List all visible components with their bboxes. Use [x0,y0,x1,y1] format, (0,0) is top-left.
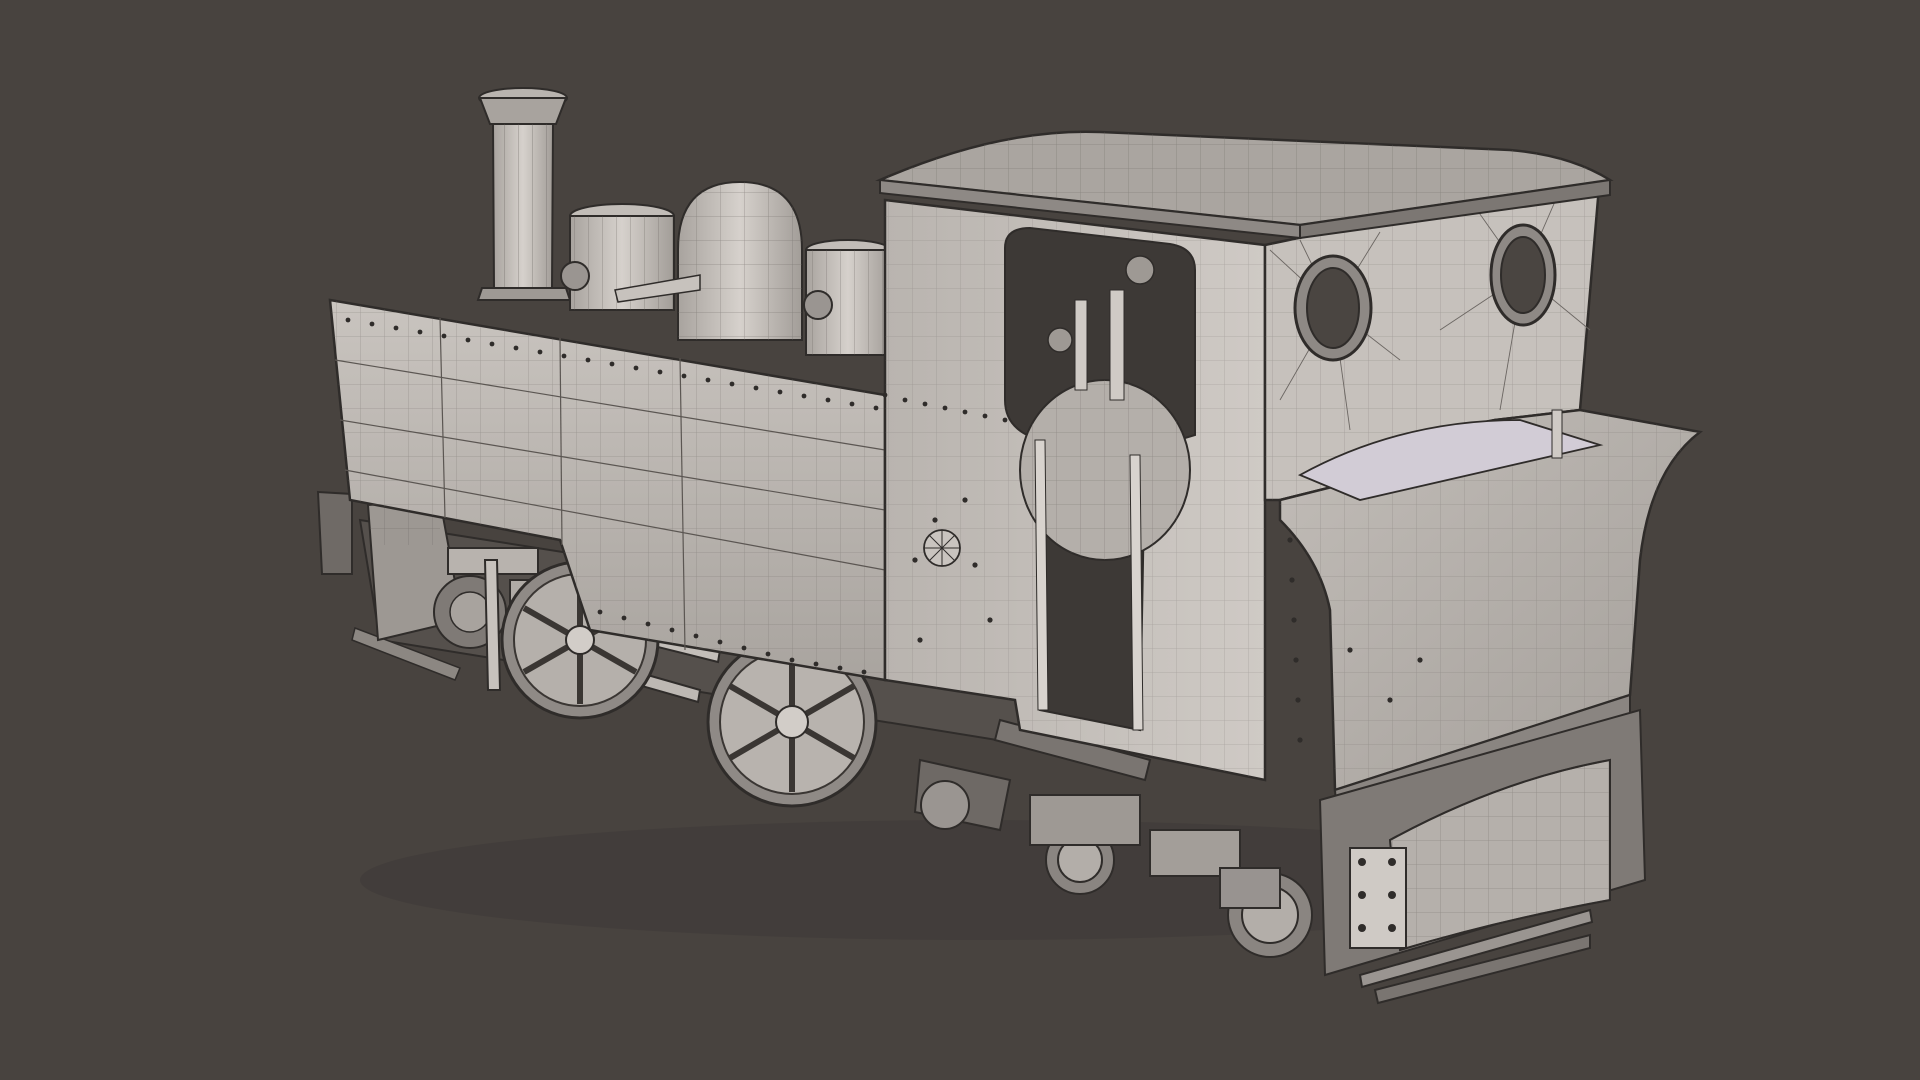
chimney [476,87,572,301]
3d-viewport[interactable] [0,0,1920,1080]
locomotive-render [316,87,1704,1005]
spectacle-window-left [1293,254,1373,362]
sand-box-rear [803,239,891,356]
spectacle-window-right [1489,223,1557,327]
